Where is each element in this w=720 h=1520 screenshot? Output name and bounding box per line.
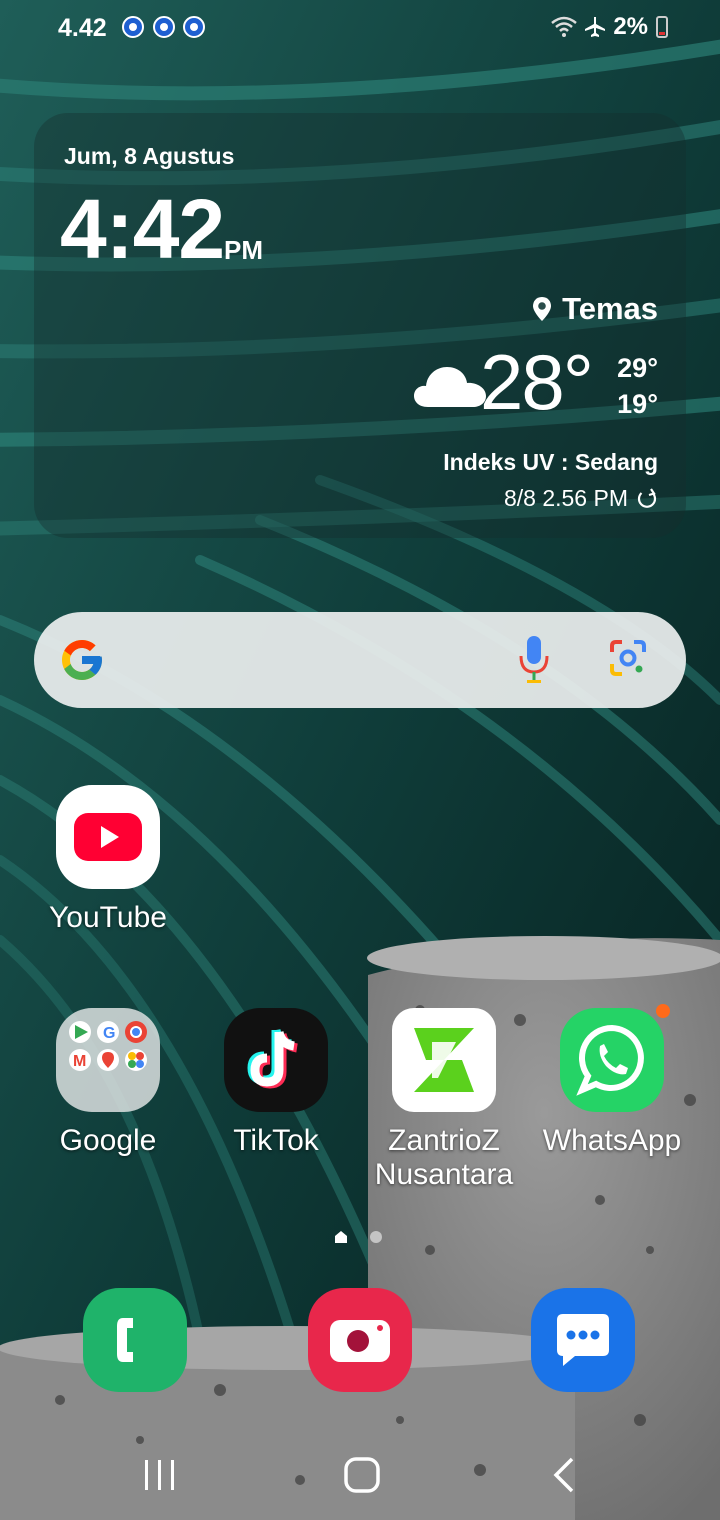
app-label: TikTok [233, 1124, 319, 1157]
widget-clock: 4:42 [60, 182, 225, 276]
recents-icon [145, 1460, 174, 1490]
camera-icon [308, 1288, 412, 1392]
google-g-icon [62, 640, 102, 680]
tiktok-icon [224, 1008, 328, 1112]
svg-text:M: M [73, 1053, 86, 1070]
app-label: YouTube [49, 901, 167, 934]
back-icon [553, 1457, 574, 1493]
whatsapp-icon [560, 1008, 664, 1112]
airplane-mode-icon [585, 17, 606, 37]
weather-updated-time: 8/8 2.56 PM [503, 485, 628, 511]
location-pin-icon [533, 297, 552, 321]
youtube-icon [56, 785, 160, 889]
current-temperature: 28° [480, 338, 594, 426]
weather-location-label: Temas [562, 291, 658, 326]
notification-icon [183, 16, 205, 38]
google-lens-icon[interactable] [608, 638, 648, 678]
widget-date: Jum, 8 Agustus [64, 143, 235, 169]
app-label: Google [59, 1124, 157, 1157]
app-zantrioz-nusantara[interactable]: ZantrioZ Nusantara [364, 1008, 524, 1192]
notification-icon [153, 16, 175, 38]
back-button[interactable] [534, 1450, 594, 1500]
notification-icon [122, 16, 144, 38]
app-label: WhatsApp [542, 1124, 682, 1157]
phone-icon [83, 1288, 187, 1392]
status-icons: 2% [551, 12, 668, 42]
app-label: ZantrioZ Nusantara [374, 1124, 514, 1191]
page-indicator[interactable] [334, 1230, 382, 1244]
weather-location: Temas [532, 291, 658, 327]
weather-updated: 8/8 2.56 PM [504, 485, 658, 512]
home-page-indicator-icon [335, 1231, 347, 1243]
battery-icon [656, 16, 668, 38]
google-search-bar[interactable] [34, 612, 686, 708]
low-temperature: 19° [617, 389, 658, 419]
navigation-bar [0, 1430, 720, 1520]
recents-button[interactable] [130, 1450, 190, 1500]
wifi-icon [551, 16, 578, 37]
messages-icon [531, 1288, 635, 1392]
uv-index: Indeks UV : Sedang [443, 449, 658, 475]
zantrioz-icon [392, 1008, 496, 1112]
status-time: 4.42 [58, 14, 107, 42]
home-icon [344, 1457, 380, 1493]
dock-messages[interactable] [503, 1288, 663, 1392]
dock-phone[interactable] [55, 1288, 215, 1392]
page-dot [370, 1231, 382, 1243]
battery-percent: 2% [613, 13, 648, 40]
home-button[interactable] [332, 1450, 392, 1500]
google-folder-icon: G M [56, 1008, 160, 1112]
status-bar: 4.42 2% [0, 0, 720, 56]
microphone-icon[interactable] [518, 634, 550, 686]
dock-camera[interactable] [280, 1288, 440, 1392]
app-whatsapp[interactable]: WhatsApp [532, 1004, 692, 1158]
refresh-icon[interactable] [636, 487, 658, 510]
clock-weather-widget[interactable]: Jum, 8 Agustus 4:42 PM Temas 28° 29° 19°… [34, 113, 686, 538]
app-tiktok[interactable]: TikTok [196, 1008, 356, 1158]
cloud-icon [414, 367, 486, 407]
folder-google[interactable]: G M Google [28, 1008, 188, 1158]
notification-badge [656, 1004, 670, 1018]
widget-ampm: PM [224, 235, 263, 265]
app-youtube[interactable]: YouTube [28, 785, 188, 935]
svg-text:G: G [103, 1025, 115, 1042]
high-temperature: 29° [617, 353, 658, 383]
